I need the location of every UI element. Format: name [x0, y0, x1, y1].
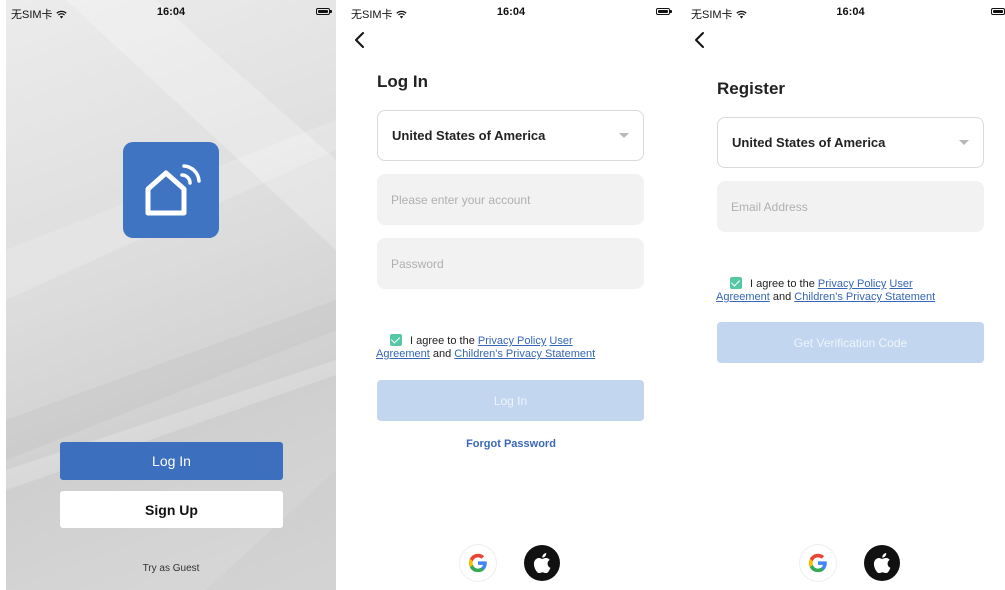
- dropdown-caret-icon: [959, 140, 969, 145]
- agree-prefix: I agree to the: [410, 335, 475, 347]
- childrens-privacy-link[interactable]: Children's Privacy Statement: [794, 291, 935, 303]
- google-login-button[interactable]: [460, 545, 496, 581]
- country-value: United States of America: [732, 135, 886, 150]
- battery-icon: [656, 8, 672, 15]
- login-screen: 无SIM卡 16:04 Log In United States of Amer…: [346, 0, 676, 590]
- user-agreement-link-part1[interactable]: User: [549, 335, 572, 347]
- country-value: United States of America: [392, 128, 546, 143]
- agreement-text: I agree to the Privacy Policy User Agree…: [716, 277, 980, 304]
- smart-home-logo-icon: [123, 142, 219, 238]
- user-agreement-link-part2[interactable]: Agreement: [376, 348, 430, 360]
- status-time: 16:04: [836, 6, 865, 18]
- google-icon: [468, 553, 487, 573]
- login-submit-button[interactable]: Log In: [377, 380, 644, 421]
- apple-icon: [533, 553, 551, 573]
- checkbox-checked-icon[interactable]: [730, 277, 742, 289]
- back-chevron-icon[interactable]: [352, 30, 368, 50]
- get-verification-code-button[interactable]: Get Verification Code: [717, 322, 984, 363]
- apple-login-button[interactable]: [864, 545, 900, 581]
- apple-icon: [873, 553, 891, 573]
- page-title: Register: [717, 79, 786, 98]
- battery-icon: [991, 8, 1005, 15]
- back-chevron-icon[interactable]: [692, 30, 708, 50]
- google-login-button[interactable]: [800, 545, 836, 581]
- privacy-policy-link[interactable]: Privacy Policy: [818, 278, 886, 290]
- checkbox-checked-icon[interactable]: [390, 334, 402, 346]
- privacy-policy-link[interactable]: Privacy Policy: [478, 335, 546, 347]
- email-input[interactable]: [717, 181, 984, 232]
- account-input[interactable]: [377, 174, 644, 225]
- status-bar: 无SIM卡 16:04: [346, 0, 676, 24]
- welcome-screen: 无SIM卡 16:04 Log In Sign Up Try as Guest: [6, 0, 336, 590]
- password-input[interactable]: [377, 238, 644, 289]
- user-agreement-link-part1[interactable]: User: [889, 278, 912, 290]
- status-time: 16:04: [156, 6, 186, 18]
- apple-login-button[interactable]: [524, 545, 560, 581]
- user-agreement-link-part2[interactable]: Agreement: [716, 291, 770, 303]
- childrens-privacy-link[interactable]: Children's Privacy Statement: [454, 348, 595, 360]
- dropdown-caret-icon: [619, 133, 629, 138]
- status-bar: 无SIM卡 16:04: [686, 0, 1005, 24]
- login-button[interactable]: Log In: [60, 442, 283, 480]
- status-time: 16:04: [496, 6, 526, 18]
- register-screen: 无SIM卡 16:04 Register United States of Am…: [686, 0, 1005, 590]
- and-label: and: [772, 291, 792, 303]
- country-select[interactable]: United States of America: [377, 110, 644, 161]
- battery-icon: [316, 8, 332, 15]
- and-label: and: [432, 348, 452, 360]
- signup-button[interactable]: Sign Up: [60, 491, 283, 528]
- google-icon: [808, 553, 827, 573]
- country-select[interactable]: United States of America: [717, 117, 984, 168]
- status-bar: 无SIM卡 16:04: [6, 0, 336, 24]
- agree-prefix: I agree to the: [750, 278, 815, 290]
- forgot-password-link[interactable]: Forgot Password: [346, 438, 676, 450]
- agreement-text: I agree to the Privacy Policy User Agree…: [376, 334, 640, 361]
- page-title: Log In: [377, 72, 428, 91]
- try-as-guest-link[interactable]: Try as Guest: [6, 563, 336, 574]
